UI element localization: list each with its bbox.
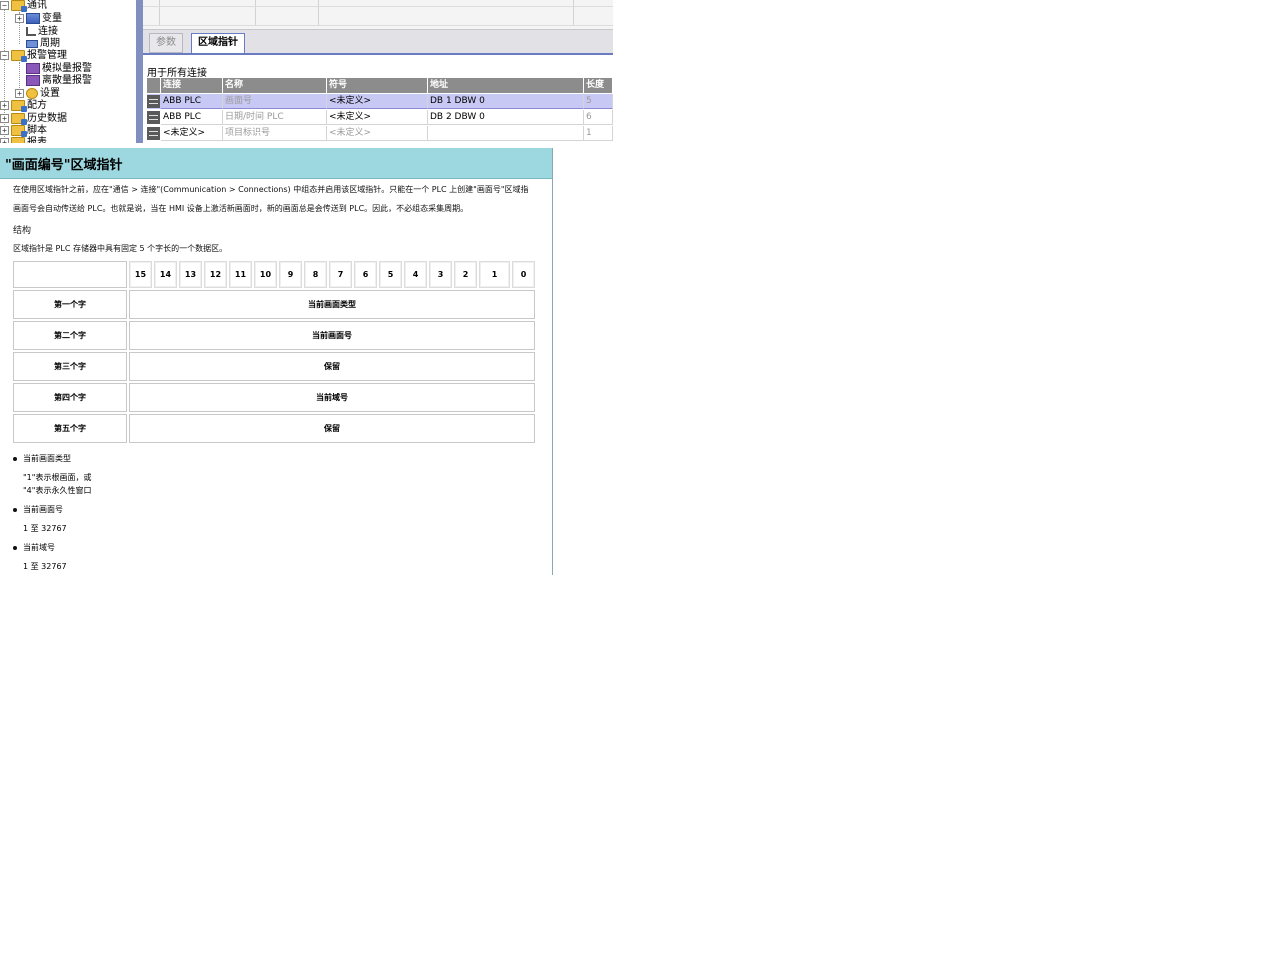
table-row[interactable]: ABB PLC 画面号 <未定义> DB 1 DBW 0 5	[147, 94, 613, 109]
folder-icon	[11, 137, 25, 143]
folder-icon	[11, 113, 27, 125]
table-corner-cell	[13, 261, 127, 288]
expand-icon[interactable]: +	[0, 114, 9, 123]
tree-item-label: 变量	[42, 13, 62, 24]
list-item: 当前域号	[13, 542, 55, 553]
tab-parameters[interactable]: 参数	[149, 33, 183, 53]
expand-icon[interactable]: +	[0, 101, 9, 110]
cycle-icon	[26, 39, 38, 48]
column-header[interactable]: 长度	[584, 78, 613, 93]
bit-header: 15	[129, 261, 152, 288]
tags-icon	[26, 13, 40, 24]
word-content: 当前画面号	[129, 321, 535, 350]
table-row[interactable]: ABB PLC 日期/时间 PLC <未定义> DB 2 DBW 0 6	[147, 110, 613, 125]
folder-icon	[11, 0, 27, 12]
word-content: 保留	[129, 414, 535, 443]
tree-item-alarm-management[interactable]: − 报警管理	[0, 49, 67, 62]
splitter[interactable]	[136, 0, 143, 143]
help-paragraph: 画面号会自动传送给 PLC。也就是说，当在 HMI 设备上激活新画面时，新的画面…	[13, 204, 469, 213]
expand-icon[interactable]: +	[0, 138, 9, 143]
word-content: 保留	[129, 352, 535, 381]
screen: { "tree": { "items": [ {"label": "通讯", "…	[0, 0, 1280, 960]
connections-grid	[143, 0, 613, 30]
word-label: 第二个字	[13, 321, 127, 350]
tree-item-recipes[interactable]: + 配方	[0, 99, 47, 112]
expand-icon[interactable]: +	[15, 89, 24, 98]
word-content: 当前域号	[129, 383, 535, 412]
list-item: 当前画面类型	[13, 453, 71, 464]
tab-bar: 参数 区域指针	[143, 30, 613, 55]
word-content: 当前画面类型	[129, 290, 535, 319]
tree-item-label: 通讯	[27, 0, 47, 11]
word-label: 第一个字	[13, 290, 127, 319]
tree-item-reports[interactable]: + 报表	[0, 136, 47, 143]
row-handle-icon[interactable]	[147, 127, 160, 140]
help-title: "画面编号"区域指针	[5, 158, 123, 173]
bit-header: 10	[254, 261, 277, 288]
tree-item-label: 报警管理	[27, 50, 67, 61]
bit-header: 1	[479, 261, 510, 288]
bit-header: 13	[179, 261, 202, 288]
table-row[interactable]: <未定义> 项目标识号 <未定义> 1	[147, 126, 613, 141]
bit-header: 12	[204, 261, 227, 288]
tree-item-discrete-alarms[interactable]: 离散量报警	[15, 74, 92, 87]
help-title-bar: "画面编号"区域指针	[0, 148, 552, 179]
settings-icon	[26, 88, 38, 99]
expand-icon[interactable]: +	[0, 126, 9, 135]
folder-icon	[11, 125, 27, 137]
bit-header: 11	[229, 261, 252, 288]
list-detail: 1 至 32767	[23, 562, 67, 571]
bit-header: 0	[512, 261, 535, 288]
collapse-icon[interactable]: −	[0, 51, 9, 60]
column-header[interactable]: 符号	[327, 78, 428, 93]
panel-caption: 用于所有连接	[147, 68, 207, 79]
tab-area-pointer[interactable]: 区域指针	[191, 33, 245, 53]
bit-header: 7	[329, 261, 352, 288]
tree-item-tags[interactable]: + 变量	[15, 12, 62, 25]
help-panel: "画面编号"区域指针 在使用区域指针之前，应在"通信 > 连接"(Communi…	[0, 148, 553, 575]
column-header[interactable]: 连接	[161, 78, 223, 93]
connection-icon	[26, 27, 36, 36]
list-detail: "1"表示根画面，或	[23, 473, 92, 482]
bit-header: 3	[429, 261, 452, 288]
bit-header: 14	[154, 261, 177, 288]
folder-icon	[11, 100, 27, 112]
collapse-icon[interactable]: −	[0, 1, 9, 10]
tree-item-communication[interactable]: − 通讯	[0, 0, 47, 12]
bit-header: 9	[279, 261, 302, 288]
bit-header: 4	[404, 261, 427, 288]
help-paragraph: 区域指针是 PLC 存储器中具有固定 5 个字长的一个数据区。	[13, 244, 228, 253]
table-header: 连接 名称 符号 地址 长度	[147, 78, 613, 93]
row-handle-icon[interactable]	[147, 95, 160, 108]
alarm-icon	[26, 63, 40, 74]
bit-header: 8	[304, 261, 327, 288]
column-header[interactable]: 名称	[223, 78, 327, 93]
list-detail: 1 至 32767	[23, 524, 67, 533]
list-item: 当前画面号	[13, 504, 63, 515]
column-header[interactable]: 地址	[428, 78, 584, 93]
tree-item-label: 离散量报警	[42, 75, 92, 86]
bit-header: 6	[354, 261, 377, 288]
bit-header: 5	[379, 261, 402, 288]
alarm-icon	[26, 75, 40, 86]
area-pointer-panel: 用于所有连接 连接 名称 符号 地址 长度 ABB PLC 画面号 <未定义> …	[143, 57, 613, 143]
project-tree: − 通讯 + 变量 连接 周期 − 报警管理 模拟量报警 离散量报警 + 设置 …	[0, 0, 136, 143]
tree-item-label: 报表	[27, 137, 47, 143]
expand-icon[interactable]: +	[15, 14, 24, 23]
help-heading: 结构	[13, 226, 32, 236]
list-detail: "4"表示永久性窗口	[23, 486, 92, 495]
bit-header: 2	[454, 261, 477, 288]
row-handle-icon[interactable]	[147, 111, 160, 124]
help-paragraph: 在使用区域指针之前，应在"通信 > 连接"(Communication > Co…	[13, 185, 529, 194]
folder-icon	[11, 50, 27, 62]
word-label: 第四个字	[13, 383, 127, 412]
word-label: 第五个字	[13, 414, 127, 443]
word-label: 第三个字	[13, 352, 127, 381]
tree-item-label: 配方	[27, 100, 47, 111]
